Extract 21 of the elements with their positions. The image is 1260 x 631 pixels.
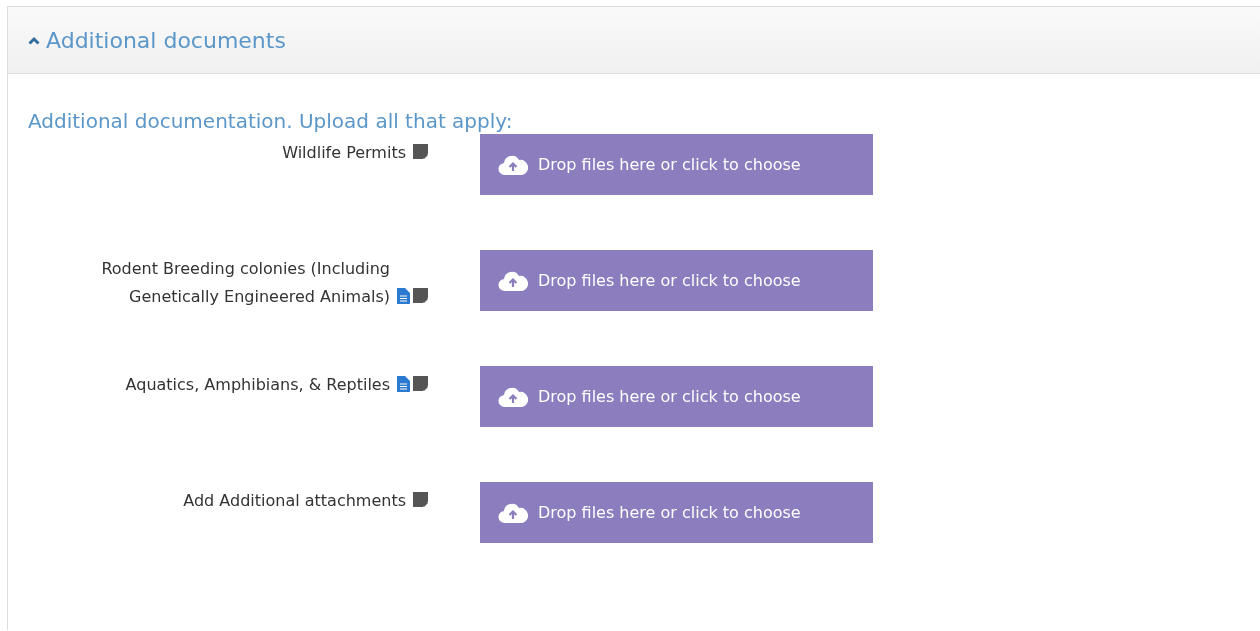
file-drop-button[interactable]: Drop files here or click to choose [480, 482, 873, 543]
document-icon [397, 376, 410, 392]
section-heading: Additional documentation. Upload all that apply: [28, 108, 514, 134]
note-icon [413, 144, 428, 159]
cloud-upload-icon [498, 269, 528, 292]
file-drop-button[interactable]: Drop files here or click to choose [480, 250, 873, 311]
cloud-upload-icon [498, 385, 528, 408]
field-label: Rodent Breeding colonies (Including Genetically Engineered Animals) [100, 258, 390, 308]
panel-title: Additional documents [46, 27, 286, 53]
file-drop-button[interactable]: Drop files here or click to choose [480, 134, 873, 195]
note-icon [413, 376, 428, 391]
note-icon [413, 288, 428, 303]
note-icon [413, 492, 428, 507]
field-label: Aquatics, Amphibians, & Reptiles [125, 374, 390, 396]
document-icon [397, 288, 410, 304]
field-label: Wildlife Permits [282, 142, 406, 164]
panel-header[interactable]: Additional documents [8, 7, 1260, 74]
file-drop-button[interactable]: Drop files here or click to choose [480, 366, 873, 427]
field-label: Add Additional attachments [183, 490, 406, 512]
cloud-upload-icon [498, 501, 528, 524]
cloud-upload-icon [498, 153, 528, 176]
